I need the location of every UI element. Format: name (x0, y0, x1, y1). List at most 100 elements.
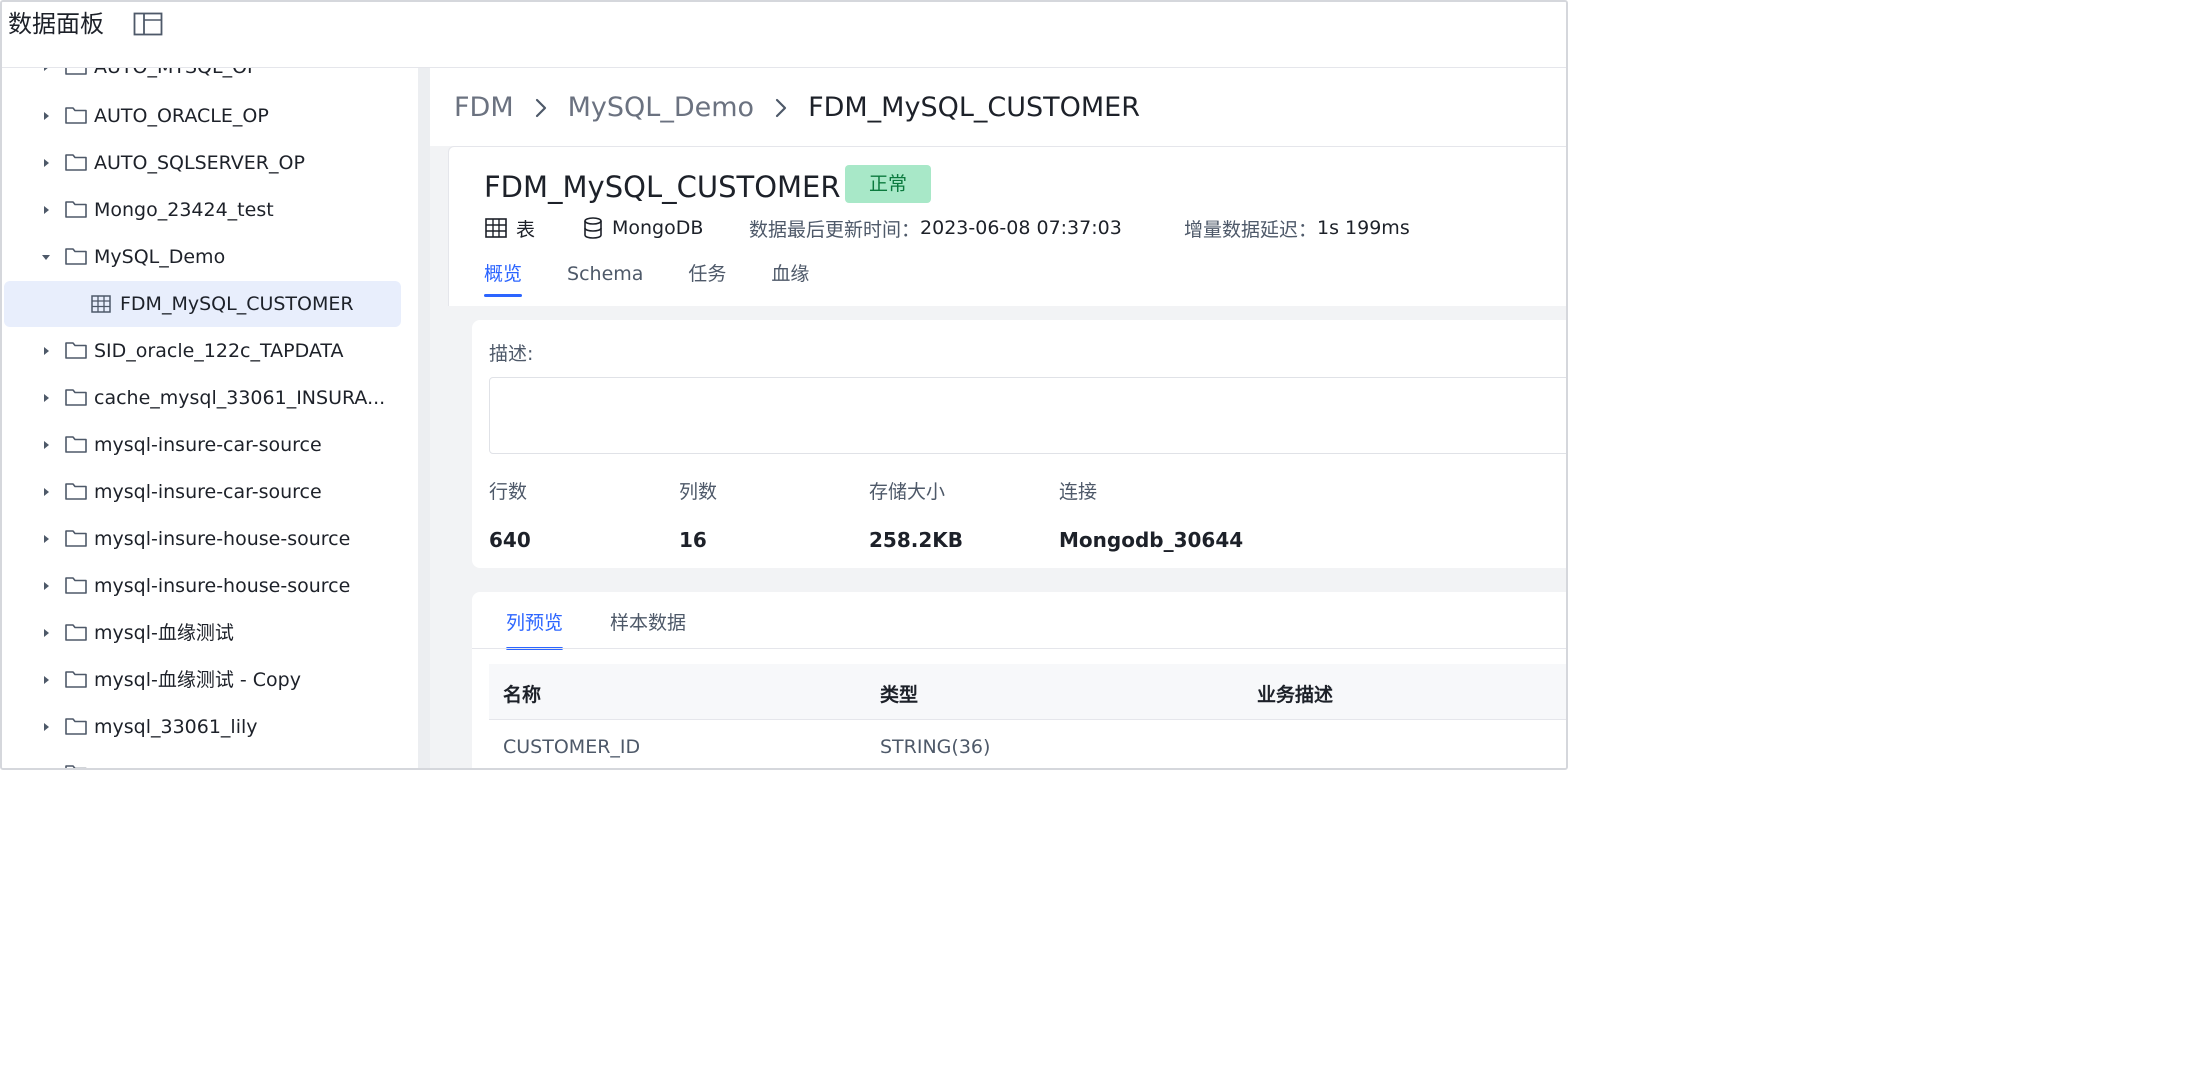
folder-icon (65, 718, 87, 735)
caret-right-icon[interactable] (40, 580, 52, 592)
stat-value: 258.2KB (869, 528, 964, 552)
caret-right-icon[interactable] (40, 68, 52, 73)
stat-value: 640 (489, 528, 531, 552)
tab-schema[interactable]: Schema (567, 259, 643, 297)
table-row[interactable]: CUSTOMER_ID STRING(36) (489, 720, 1566, 768)
chevron-right-icon (775, 98, 787, 118)
tree-item-label: mysql-insure-car-source (94, 481, 322, 503)
folder-icon (65, 765, 87, 768)
caret-right-icon[interactable] (40, 533, 52, 545)
database-type: MongoDB (582, 215, 703, 241)
stat-column-count: 列数 16 (679, 478, 717, 554)
tree-item[interactable]: mysql-血缘测试 (4, 610, 401, 656)
table-header-row: 名称 类型 业务描述 (489, 664, 1566, 720)
description-field[interactable] (489, 377, 1566, 454)
caret-right-icon[interactable] (40, 721, 52, 733)
folder-icon (65, 107, 87, 124)
breadcrumb-item[interactable]: FDM (454, 90, 514, 126)
table-icon (91, 295, 111, 313)
tree-item[interactable] (4, 751, 401, 770)
caret-right-icon[interactable] (40, 157, 52, 169)
column-header-type: 类型 (880, 684, 919, 706)
tree-item-label: FDM_MySQL_CUSTOMER (120, 293, 354, 315)
tree-item[interactable]: mysql_33061_lily (4, 704, 401, 750)
tree-item-label: mysql-血缘测试 (94, 622, 234, 644)
folder-icon (65, 577, 87, 594)
object-type: 表 (484, 215, 535, 241)
last-updated-label: 数据最后更新时间： (749, 218, 921, 241)
caret-right-icon[interactable] (40, 110, 52, 122)
tab-sample-data[interactable]: 样本数据 (610, 606, 686, 650)
stat-value: Mongodb_30644 (1059, 528, 1244, 552)
tree-item[interactable]: AUTO_MYSQL_OP (4, 68, 401, 90)
tree-item[interactable]: AUTO_ORACLE_OP (4, 93, 401, 139)
tree-item-label: Mongo_23424_test (94, 199, 274, 221)
tree-item[interactable]: mysql-insure-car-source (4, 422, 401, 468)
tab-column-preview[interactable]: 列预览 (506, 606, 564, 650)
breadcrumb-area: FDM MySQL_Demo FDM_MySQL_CUSTOMER (430, 68, 1566, 146)
cell-column-type: STRING(36) (880, 736, 991, 758)
caret-right-icon[interactable] (40, 627, 52, 639)
tree-item-label: mysql-血缘测试 - Copy (94, 669, 301, 691)
caret-right-icon[interactable] (40, 204, 52, 216)
tree-item-label: mysql-insure-house-source (94, 528, 351, 550)
table-icon (485, 218, 507, 238)
column-header-name: 名称 (503, 684, 542, 706)
breadcrumb-item[interactable]: MySQL_Demo (568, 90, 754, 126)
folder-icon (65, 530, 87, 547)
folder-icon (65, 671, 87, 688)
stat-storage-size: 存储大小 258.2KB (869, 478, 963, 554)
caret-right-icon[interactable] (40, 345, 52, 357)
stat-label: 行数 (489, 481, 528, 503)
tree-item[interactable]: mysql-insure-house-source (4, 563, 401, 609)
folder-icon (65, 624, 87, 641)
tab-lineage[interactable]: 血缘 (771, 259, 809, 297)
caret-right-icon[interactable] (40, 392, 52, 404)
columns-card: 列预览 样本数据 名称 类型 业务描述 CUSTOMER_ID STRING(3… (472, 592, 1566, 768)
sidebar-scrollbar[interactable] (418, 68, 430, 768)
main-content: FDM MySQL_Demo FDM_MySQL_CUSTOMER FDM_My… (430, 68, 1566, 768)
tab-overview[interactable]: 概览 (484, 259, 523, 297)
tree-item[interactable]: MySQL_Demo (4, 234, 401, 280)
caret-right-icon[interactable] (40, 439, 52, 451)
folder-icon (65, 436, 87, 453)
tree-item[interactable]: SID_oracle_122c_TAPDATA (4, 328, 401, 374)
detail-tabs: 概览 Schema 任务 血缘 (484, 259, 854, 297)
caret-right-icon[interactable] (40, 486, 52, 498)
stat-label: 连接 (1059, 481, 1098, 503)
tree-item[interactable]: AUTO_SQLSERVER_OP (4, 140, 401, 186)
tree-item[interactable]: mysql-insure-car-source (4, 469, 401, 515)
incremental-delay-label: 增量数据延迟： (1184, 218, 1318, 241)
tree-item-label: AUTO_SQLSERVER_OP (94, 152, 305, 174)
caret-right-icon[interactable] (40, 674, 52, 686)
overview-card: 描述: 行数 640 列数 16 存储大小 258.2KB 连接 Mongodb… (472, 320, 1566, 568)
tab-tasks[interactable]: 任务 (688, 259, 726, 297)
folder-icon (65, 483, 87, 500)
folder-icon (65, 248, 87, 265)
tree-item[interactable]: mysql-血缘测试 - Copy (4, 657, 401, 703)
tree-item-selected[interactable]: FDM_MySQL_CUSTOMER (4, 281, 401, 327)
stat-label: 存储大小 (869, 481, 946, 503)
tree-item[interactable]: cache_mysql_33061_INSURA... (4, 375, 401, 421)
top-bar: 数据面板 (2, 2, 1566, 68)
tree-item-label: AUTO_ORACLE_OP (94, 105, 269, 127)
tree-item-label: cache_mysql_33061_INSURA... (94, 387, 386, 409)
tree-item[interactable]: mysql-insure-house-source (4, 516, 401, 562)
tree-item-label: mysql-insure-house-source (94, 575, 351, 597)
app-window: 数据面板 AUTO_MYSQL_OP AUTO_ORACLE_OP AUTO_S… (0, 0, 1568, 770)
catalog-tree: AUTO_MYSQL_OP AUTO_ORACLE_OP AUTO_SQLSER… (2, 68, 418, 770)
status-badge: 正常 (845, 165, 931, 203)
caret-down-icon[interactable] (40, 251, 52, 263)
tree-item[interactable]: Mongo_23424_test (4, 187, 401, 233)
last-updated-value: 2023-06-08 07:37:03 (920, 217, 1122, 239)
tree-item-label: AUTO_MYSQL_OP (94, 68, 258, 79)
breadcrumb-current: FDM_MySQL_CUSTOMER (808, 92, 1140, 123)
incremental-delay-value: 1s 199ms (1317, 217, 1410, 239)
object-type-label: 表 (516, 218, 536, 241)
database-icon (584, 217, 602, 239)
panel-layout-icon[interactable] (133, 12, 163, 36)
page-title: 数据面板 (8, 10, 104, 38)
caret-right-icon[interactable] (40, 768, 52, 770)
table-name: FDM_MySQL_CUSTOMER (484, 170, 841, 204)
table-header-card: FDM_MySQL_CUSTOMER 正常 表 MongoDB 数据最后更新时间… (448, 146, 1566, 306)
